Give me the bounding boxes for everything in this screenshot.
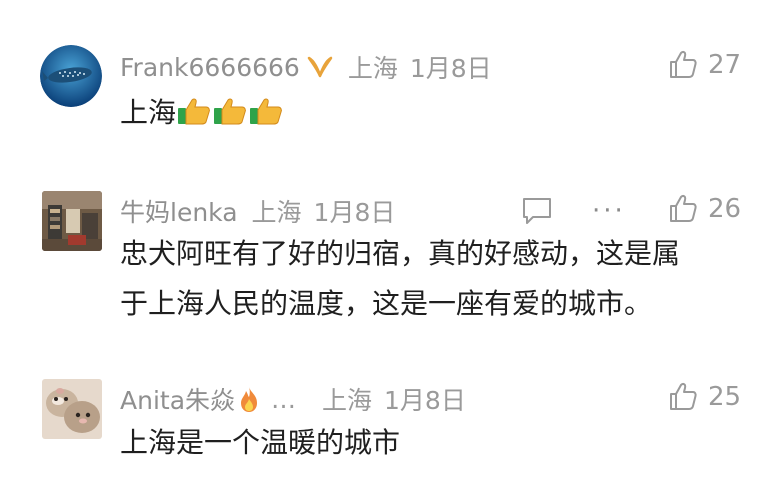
- like-count: 27: [708, 50, 742, 80]
- thumbs-up-icon: [670, 195, 697, 222]
- avatar[interactable]: [42, 191, 102, 251]
- location: 上海: [251, 198, 302, 227]
- avatar-hamsters-image: [42, 379, 102, 439]
- date: 1月8日: [313, 198, 396, 227]
- like-count: 26: [708, 194, 742, 224]
- avatar-whale-shark-image: [40, 45, 102, 107]
- thumbs-up-emoji-icon: [212, 92, 248, 125]
- like-button[interactable]: 26: [668, 194, 741, 224]
- avatar[interactable]: [40, 45, 102, 107]
- comment-text: 上海: [120, 88, 284, 138]
- thumbs-up-icon: [670, 383, 697, 410]
- location: 上海: [347, 54, 398, 83]
- comment-text-content: 上海: [120, 96, 177, 129]
- avatar-room-image: [42, 191, 102, 251]
- comment-text-line: 忠犬阿旺有了好的归宿，真的好感动，这是属: [120, 237, 681, 270]
- like-button[interactable]: 27: [668, 50, 741, 80]
- thumbs-up-emoji-icon: [248, 92, 284, 125]
- avatar[interactable]: [42, 379, 102, 439]
- comment-text-content: 上海是一个温暖的城市: [120, 426, 401, 459]
- reply-comment-icon[interactable]: [521, 196, 553, 230]
- fire-emoji-icon: [237, 385, 261, 413]
- comment-text: 上海是一个温暖的城市: [120, 418, 400, 468]
- comment-meta: Anita朱焱 … 上海 1月8日: [120, 382, 466, 416]
- thumbs-up-icon: [670, 51, 697, 78]
- username-truncation: …: [271, 384, 299, 414]
- like-count: 25: [708, 382, 742, 412]
- like-button[interactable]: 25: [668, 382, 741, 412]
- username[interactable]: Anita朱焱: [120, 381, 235, 417]
- date: 1月8日: [384, 386, 466, 415]
- thumbs-up-emoji-icon: [176, 92, 212, 125]
- verified-badge-icon: [306, 55, 334, 79]
- comment-text-line: 于上海人民的温度，这是一座有爱的城市。: [120, 287, 653, 320]
- date: 1月8日: [409, 54, 492, 83]
- location: 上海: [322, 386, 373, 415]
- comment-meta: Frank6666666 上海 1月8日: [120, 50, 492, 84]
- more-options-icon[interactable]: ···: [592, 198, 626, 224]
- username[interactable]: 牛妈lenka: [120, 193, 238, 229]
- username[interactable]: Frank6666666: [120, 53, 300, 82]
- comment-text: 忠犬阿旺有了好的归宿，真的好感动，这是属 于上海人民的温度，这是一座有爱的城市。: [120, 229, 740, 329]
- comment-meta: 牛妈lenka 上海 1月8日: [120, 194, 395, 228]
